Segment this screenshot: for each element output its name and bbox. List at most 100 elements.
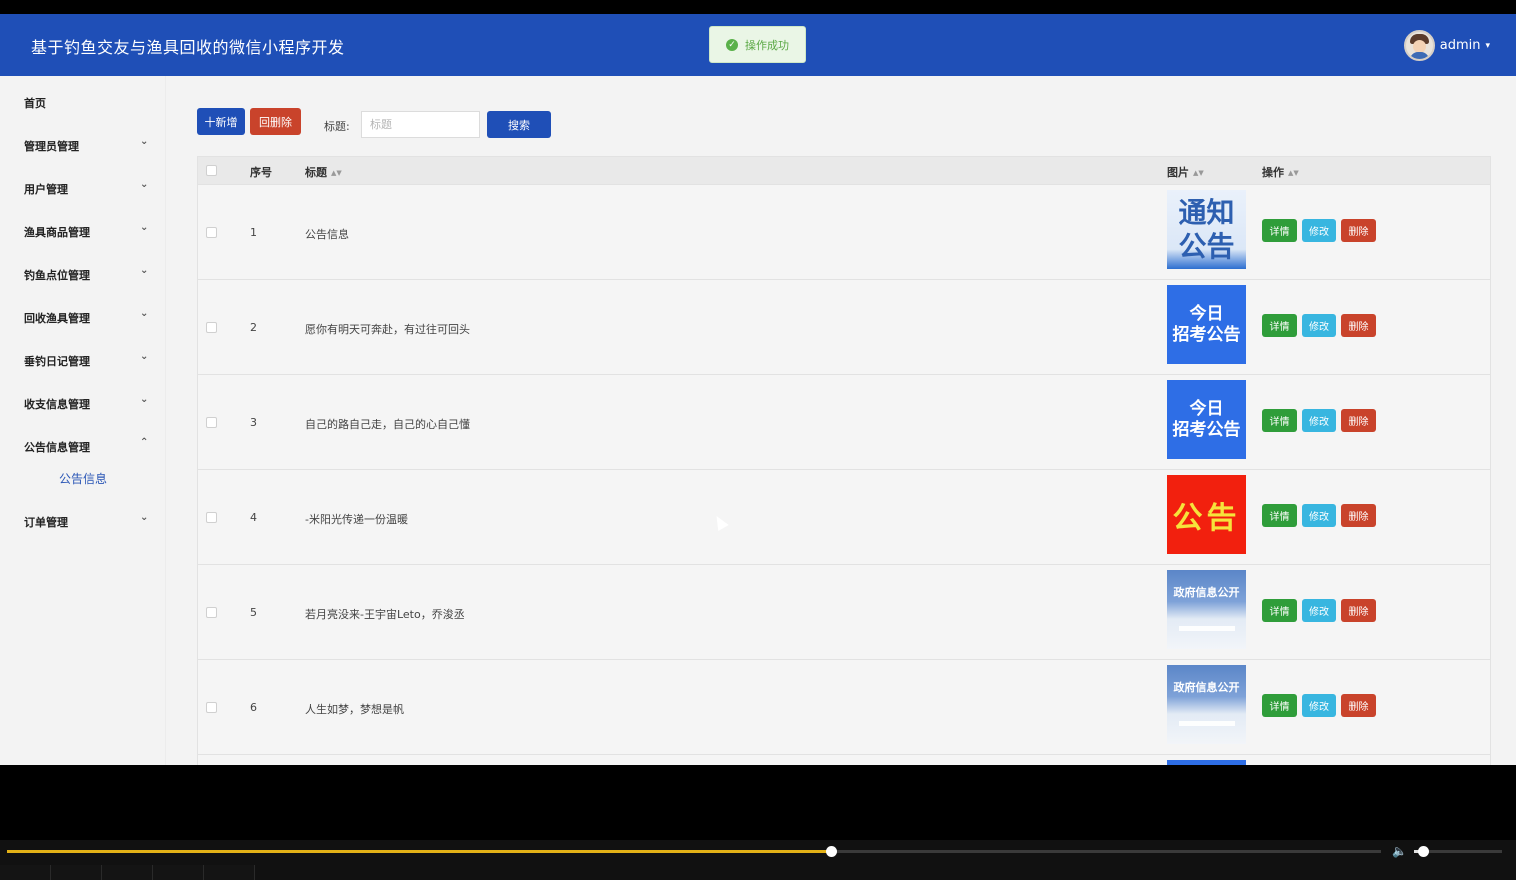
table-row: 6 人生如梦，梦想是帆 政府信息公开 详情 修改 删除: [198, 659, 1490, 754]
image-text: 政府信息公开: [1173, 681, 1240, 694]
search-label: 标题:: [324, 120, 350, 133]
sidebar-item-label: 首页: [24, 97, 46, 110]
edit-button[interactable]: 修改: [1302, 694, 1336, 717]
chevron-down-icon: ⌄: [140, 351, 149, 362]
detail-button[interactable]: 详情: [1262, 504, 1297, 527]
column-header-actions[interactable]: 操作 ▲▼: [1262, 164, 1299, 180]
row-image[interactable]: 政府信息公开: [1167, 665, 1246, 744]
batch-delete-button[interactable]: 回删除: [250, 108, 301, 135]
volume-handle[interactable]: [1417, 846, 1429, 857]
row-actions: 详情 修改 删除: [1262, 694, 1381, 717]
chevron-down-icon: ⌄: [140, 179, 149, 190]
player-button[interactable]: [0, 865, 51, 880]
delete-button[interactable]: 删除: [1341, 409, 1376, 432]
sidebar-item-4[interactable]: 回收渔具管理 ⌄: [0, 304, 166, 330]
image-text: 招考公告: [1172, 419, 1241, 440]
sidebar-item-label: 钓鱼点位管理: [24, 269, 90, 282]
edit-button[interactable]: 修改: [1302, 219, 1336, 242]
delete-button[interactable]: 删除: [1341, 694, 1376, 717]
edit-button[interactable]: 修改: [1302, 409, 1336, 432]
title-search-input[interactable]: [361, 111, 480, 138]
sidebar-subitem[interactable]: 公告信息: [59, 470, 107, 487]
row-image[interactable]: 今日 招考公告: [1167, 380, 1246, 459]
row-index: 2: [250, 321, 257, 334]
sidebar-item-label: 公告信息管理: [24, 441, 90, 454]
progress-handle[interactable]: [826, 846, 838, 857]
sidebar-item-label: 订单管理: [24, 516, 68, 529]
chevron-down-icon: ▾: [1485, 40, 1490, 51]
column-header-title[interactable]: 标题 ▲▼: [305, 164, 342, 180]
sidebar-item-0[interactable]: 管理员管理 ⌄: [0, 132, 166, 158]
progress-fill: [7, 850, 832, 853]
sidebar-item-8[interactable]: 订单管理 ⌄: [0, 508, 166, 534]
row-checkbox[interactable]: [206, 417, 217, 428]
sidebar-item-3[interactable]: 钓鱼点位管理 ⌄: [0, 261, 166, 287]
edit-button[interactable]: 修改: [1302, 314, 1336, 337]
select-all-checkbox[interactable]: [206, 165, 217, 176]
delete-button[interactable]: 删除: [1341, 504, 1376, 527]
video-player-controls: 🔈: [0, 840, 1516, 880]
row-image[interactable]: 通知 公告: [1167, 190, 1246, 269]
sidebar-item-2[interactable]: 渔具商品管理 ⌄: [0, 218, 166, 244]
table-row: 2 愿你有明天可奔赴，有过往可回头 今日 招考公告 详情 修改 删除: [198, 279, 1490, 374]
row-checkbox[interactable]: [206, 227, 217, 238]
sidebar-item-label: 管理员管理: [24, 140, 79, 153]
row-image[interactable]: 今日 招考公告: [1167, 285, 1246, 364]
username: admin: [1439, 38, 1481, 53]
progress-bar[interactable]: [7, 846, 1381, 857]
detail-button[interactable]: 详情: [1262, 314, 1297, 337]
sidebar-item-home[interactable]: 首页: [0, 89, 166, 115]
column-header-index: 序号: [250, 166, 272, 179]
sidebar-item-1[interactable]: 用户管理 ⌄: [0, 175, 166, 201]
sidebar: 首页 管理员管理 ⌄ 用户管理 ⌄ 渔具商品管理 ⌄ 钓鱼点位管理 ⌄ 回收渔具管理 ⌄ 垂钓日记管…: [0, 76, 166, 765]
row-checkbox[interactable]: [206, 322, 217, 333]
row-checkbox[interactable]: [206, 512, 217, 523]
chevron-down-icon: ⌄: [140, 308, 149, 319]
search-button[interactable]: 搜索: [487, 111, 551, 138]
row-title: 自己的路自己走，自己的心自己懂: [305, 418, 470, 431]
image-text: 通知: [1178, 195, 1235, 229]
add-button[interactable]: 十新增: [197, 108, 245, 135]
detail-button[interactable]: 详情: [1262, 599, 1297, 622]
delete-button[interactable]: 删除: [1341, 314, 1376, 337]
image-text: 政府信息公开: [1173, 586, 1240, 599]
row-index: 3: [250, 416, 257, 429]
row-actions: 详情 修改 删除: [1262, 409, 1381, 432]
player-button[interactable]: [153, 865, 204, 880]
table-row: 1 公告信息 通知 公告 详情 修改 删除: [198, 184, 1490, 279]
sidebar-item-7[interactable]: 公告信息管理 ⌃: [0, 433, 166, 459]
row-index: 6: [250, 701, 257, 714]
image-text: 公告: [1178, 229, 1235, 263]
row-image[interactable]: 公告: [1167, 475, 1246, 554]
volume-slider[interactable]: [1414, 846, 1502, 857]
avatar: [1403, 30, 1435, 61]
table-row: 5 若月亮没来-王宇宙Leto，乔浚丞 政府信息公开 详情 修改 删除: [198, 564, 1490, 659]
delete-button[interactable]: 删除: [1341, 219, 1376, 242]
column-header-image[interactable]: 图片 ▲▼: [1167, 164, 1204, 180]
row-title: 公告信息: [305, 228, 349, 241]
row-image: [1167, 760, 1246, 765]
check-circle-icon: ✓: [726, 38, 738, 51]
detail-button[interactable]: 详情: [1262, 694, 1297, 717]
sidebar-item-5[interactable]: 垂钓日记管理 ⌄: [0, 347, 166, 373]
sidebar-item-6[interactable]: 收支信息管理 ⌄: [0, 390, 166, 416]
player-button[interactable]: [51, 865, 102, 880]
sidebar-item-label: 收支信息管理: [24, 398, 90, 411]
row-checkbox[interactable]: [206, 607, 217, 618]
player-button[interactable]: [204, 865, 255, 880]
edit-button[interactable]: 修改: [1302, 504, 1336, 527]
table-row: 3 自己的路自己走，自己的心自己懂 今日 招考公告 详情 修改 删除: [198, 374, 1490, 469]
row-image[interactable]: 政府信息公开: [1167, 570, 1246, 649]
delete-button[interactable]: 删除: [1341, 599, 1376, 622]
row-title: 愿你有明天可奔赴，有过往可回头: [305, 323, 470, 336]
chevron-down-icon: ⌄: [140, 136, 149, 147]
detail-button[interactable]: 详情: [1262, 219, 1297, 242]
volume-icon[interactable]: 🔈: [1392, 844, 1407, 858]
edit-button[interactable]: 修改: [1302, 599, 1336, 622]
user-menu[interactable]: admin ▾: [1403, 30, 1490, 61]
row-checkbox[interactable]: [206, 702, 217, 713]
detail-button[interactable]: 详情: [1262, 409, 1297, 432]
image-text: 今日: [1189, 303, 1224, 324]
sort-icon: ▲▼: [1193, 169, 1204, 177]
player-button[interactable]: [102, 865, 153, 880]
